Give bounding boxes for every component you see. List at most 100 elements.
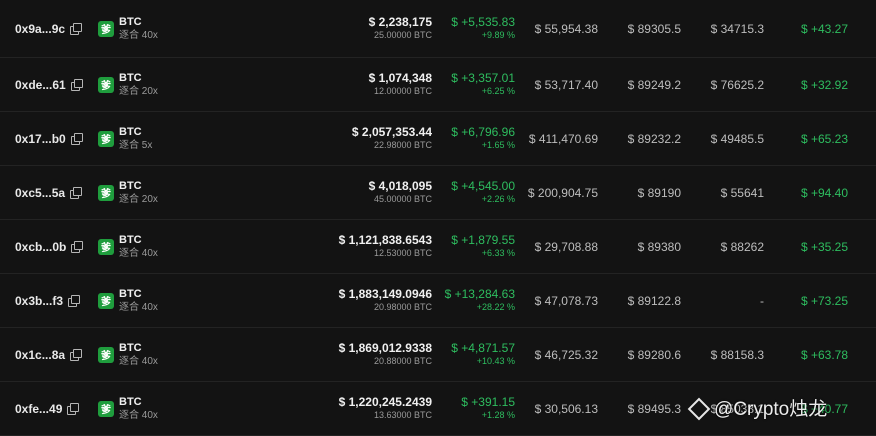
address-text[interactable]: 0xcb...0b [15, 240, 66, 254]
asset-cell: 爹 BTC 逐合 40x [98, 0, 158, 57]
position-size: 20.88000 BTC [373, 355, 432, 366]
liquidation-price: $ 34715.3 [710, 21, 764, 36]
address-text[interactable]: 0xfe...49 [15, 402, 62, 416]
copy-icon[interactable] [70, 349, 83, 361]
address-cell[interactable]: 0x1c...8a [15, 328, 83, 381]
copy-icon[interactable] [68, 295, 81, 307]
leverage-label: 逐合 40x [119, 355, 158, 367]
liquidation-price: $ 49485.5 [710, 131, 764, 146]
position-value: $ 2,238,175 [368, 14, 432, 29]
coin-label: BTC [119, 395, 142, 408]
coin-label: BTC [119, 341, 142, 354]
liquidation-price: $ 88158.3 [710, 347, 764, 362]
margin-value: $ 200,904.75 [527, 185, 598, 200]
address-text[interactable]: 0x3b...f3 [15, 294, 63, 308]
position-value: $ 2,057,353.44 [351, 124, 432, 139]
position-value-cell: $ 2,238,175 25.00000 BTC [369, 0, 432, 57]
entry-price: $ 89190 [637, 185, 681, 200]
liquidation-price: $ 88262 [720, 239, 764, 254]
coin-label: BTC [119, 233, 142, 246]
position-value: $ 1,121,838.6543 [338, 232, 432, 247]
hyperliquid-icon: 爹 [98, 20, 114, 37]
address-cell[interactable]: 0x17...b0 [15, 112, 83, 165]
position-value-cell: $ 1,883,149.0946 20.98000 BTC [339, 274, 432, 327]
unrealized-pnl: $ +13,284.63 [444, 286, 515, 301]
table-row[interactable]: 0xc5...5a 爹 BTC 逐合 20x $ 4,018,095 45.00000… [0, 166, 876, 220]
hyperliquid-icon: 爹 [98, 184, 114, 201]
roe-percent: +1.65 % [481, 139, 515, 150]
pnl-cell: $ +391.15 +1.28 % [461, 382, 515, 435]
table-row[interactable]: 0x3b...f3 爹 BTC 逐合 40x $ 1,883,149.0946 20.… [0, 274, 876, 328]
pnl-cell: $ +1,879.55 +6.33 % [451, 220, 515, 273]
roe-percent: +6.33 % [481, 247, 515, 258]
address-text[interactable]: 0x1c...8a [15, 348, 65, 362]
copy-icon[interactable] [70, 133, 83, 145]
liquidation-price: $ 76625.2 [710, 77, 764, 92]
entry-price: $ 89232.2 [627, 131, 681, 146]
copy-icon[interactable] [70, 187, 83, 199]
roe-percent: +1.28 % [481, 409, 515, 420]
table-row[interactable]: 0xcb...0b 爹 BTC 逐合 40x $ 1,121,838.6543 12.… [0, 220, 876, 274]
margin-value: $ 411,470.69 [528, 131, 598, 146]
coin-label: BTC [119, 71, 142, 84]
watermark-text: @Crypto烛龙 [714, 399, 828, 420]
position-value-cell: $ 1,869,012.9338 20.88000 BTC [339, 328, 432, 381]
copy-icon[interactable] [70, 79, 83, 91]
address-cell[interactable]: 0x3b...f3 [15, 274, 81, 327]
address-text[interactable]: 0x17...b0 [15, 132, 66, 146]
unrealized-pnl: $ +1,879.55 [451, 232, 515, 247]
margin-value: $ 29,708.88 [534, 239, 598, 254]
hyperliquid-icon: 爹 [98, 238, 114, 255]
address-cell[interactable]: 0xfe...49 [15, 382, 80, 435]
address-cell[interactable]: 0xde...61 [15, 58, 83, 111]
position-size: 45.00000 BTC [373, 193, 432, 204]
coin-label: BTC [119, 125, 142, 138]
margin-value: $ 30,506.13 [534, 401, 598, 416]
copy-icon[interactable] [70, 23, 83, 35]
address-text[interactable]: 0x9a...9c [15, 22, 65, 36]
copy-icon[interactable] [71, 241, 84, 253]
unrealized-pnl: $ +3,357.01 [451, 70, 515, 85]
pnl-cell: $ +4,871.57 +10.43 % [451, 328, 515, 381]
address-text[interactable]: 0xde...61 [15, 78, 66, 92]
table-row[interactable]: 0x1c...8a 爹 BTC 逐合 40x $ 1,869,012.9338 20.… [0, 328, 876, 382]
leverage-label: 逐合 5x [119, 139, 153, 151]
table-row[interactable]: 0x9a...9c 爹 BTC 逐合 40x $ 2,238,175 25.00000… [0, 0, 876, 58]
position-size: 25.00000 BTC [373, 29, 432, 40]
unrealized-pnl: $ +4,871.57 [451, 340, 515, 355]
position-size: 12.00000 BTC [373, 85, 432, 96]
position-value: $ 1,220,245.2439 [338, 394, 432, 409]
leverage-label: 逐合 40x [119, 247, 158, 259]
address-text[interactable]: 0xc5...5a [15, 186, 65, 200]
address-cell[interactable]: 0xcb...0b [15, 220, 84, 273]
leverage-label: 逐合 40x [119, 29, 158, 41]
position-size: 13.63000 BTC [373, 409, 432, 420]
margin-value: $ 47,078.73 [534, 293, 598, 308]
entry-price: $ 89380 [637, 239, 681, 254]
entry-price: $ 89122.8 [627, 293, 681, 308]
asset-cell: 爹 BTC 逐合 40x [98, 382, 158, 435]
table-row[interactable]: 0xde...61 爹 BTC 逐合 20x $ 1,074,348 12.00000… [0, 58, 876, 112]
roe-percent: +9.89 % [481, 29, 515, 40]
entry-price: $ 89305.5 [627, 21, 681, 36]
position-value: $ 1,869,012.9338 [338, 340, 432, 355]
hyperliquid-icon: 爹 [98, 346, 114, 363]
funding-value: $ +65.23 [800, 131, 848, 146]
unrealized-pnl: $ +4,545.00 [451, 178, 515, 193]
position-value: $ 4,018,095 [368, 178, 432, 193]
position-value: $ 1,883,149.0946 [338, 286, 432, 301]
coin-label: BTC [119, 179, 142, 192]
table-row[interactable]: 0x17...b0 爹 BTC 逐合 5x $ 2,057,353.44 22.980… [0, 112, 876, 166]
address-cell[interactable]: 0xc5...5a [15, 166, 83, 219]
hyperliquid-icon: 爹 [98, 76, 114, 93]
leverage-label: 逐合 40x [119, 409, 158, 421]
funding-value: $ +73.25 [800, 293, 848, 308]
pnl-cell: $ +4,545.00 +2.26 % [451, 166, 515, 219]
asset-cell: 爹 BTC 逐合 40x [98, 274, 158, 327]
copy-icon[interactable] [67, 403, 80, 415]
address-cell[interactable]: 0x9a...9c [15, 0, 83, 57]
positions-table: 0x9a...9c 爹 BTC 逐合 40x $ 2,238,175 25.00000… [0, 0, 876, 436]
leverage-label: 逐合 20x [119, 85, 158, 97]
position-size: 12.53000 BTC [373, 247, 432, 258]
entry-price: $ 89249.2 [627, 77, 681, 92]
